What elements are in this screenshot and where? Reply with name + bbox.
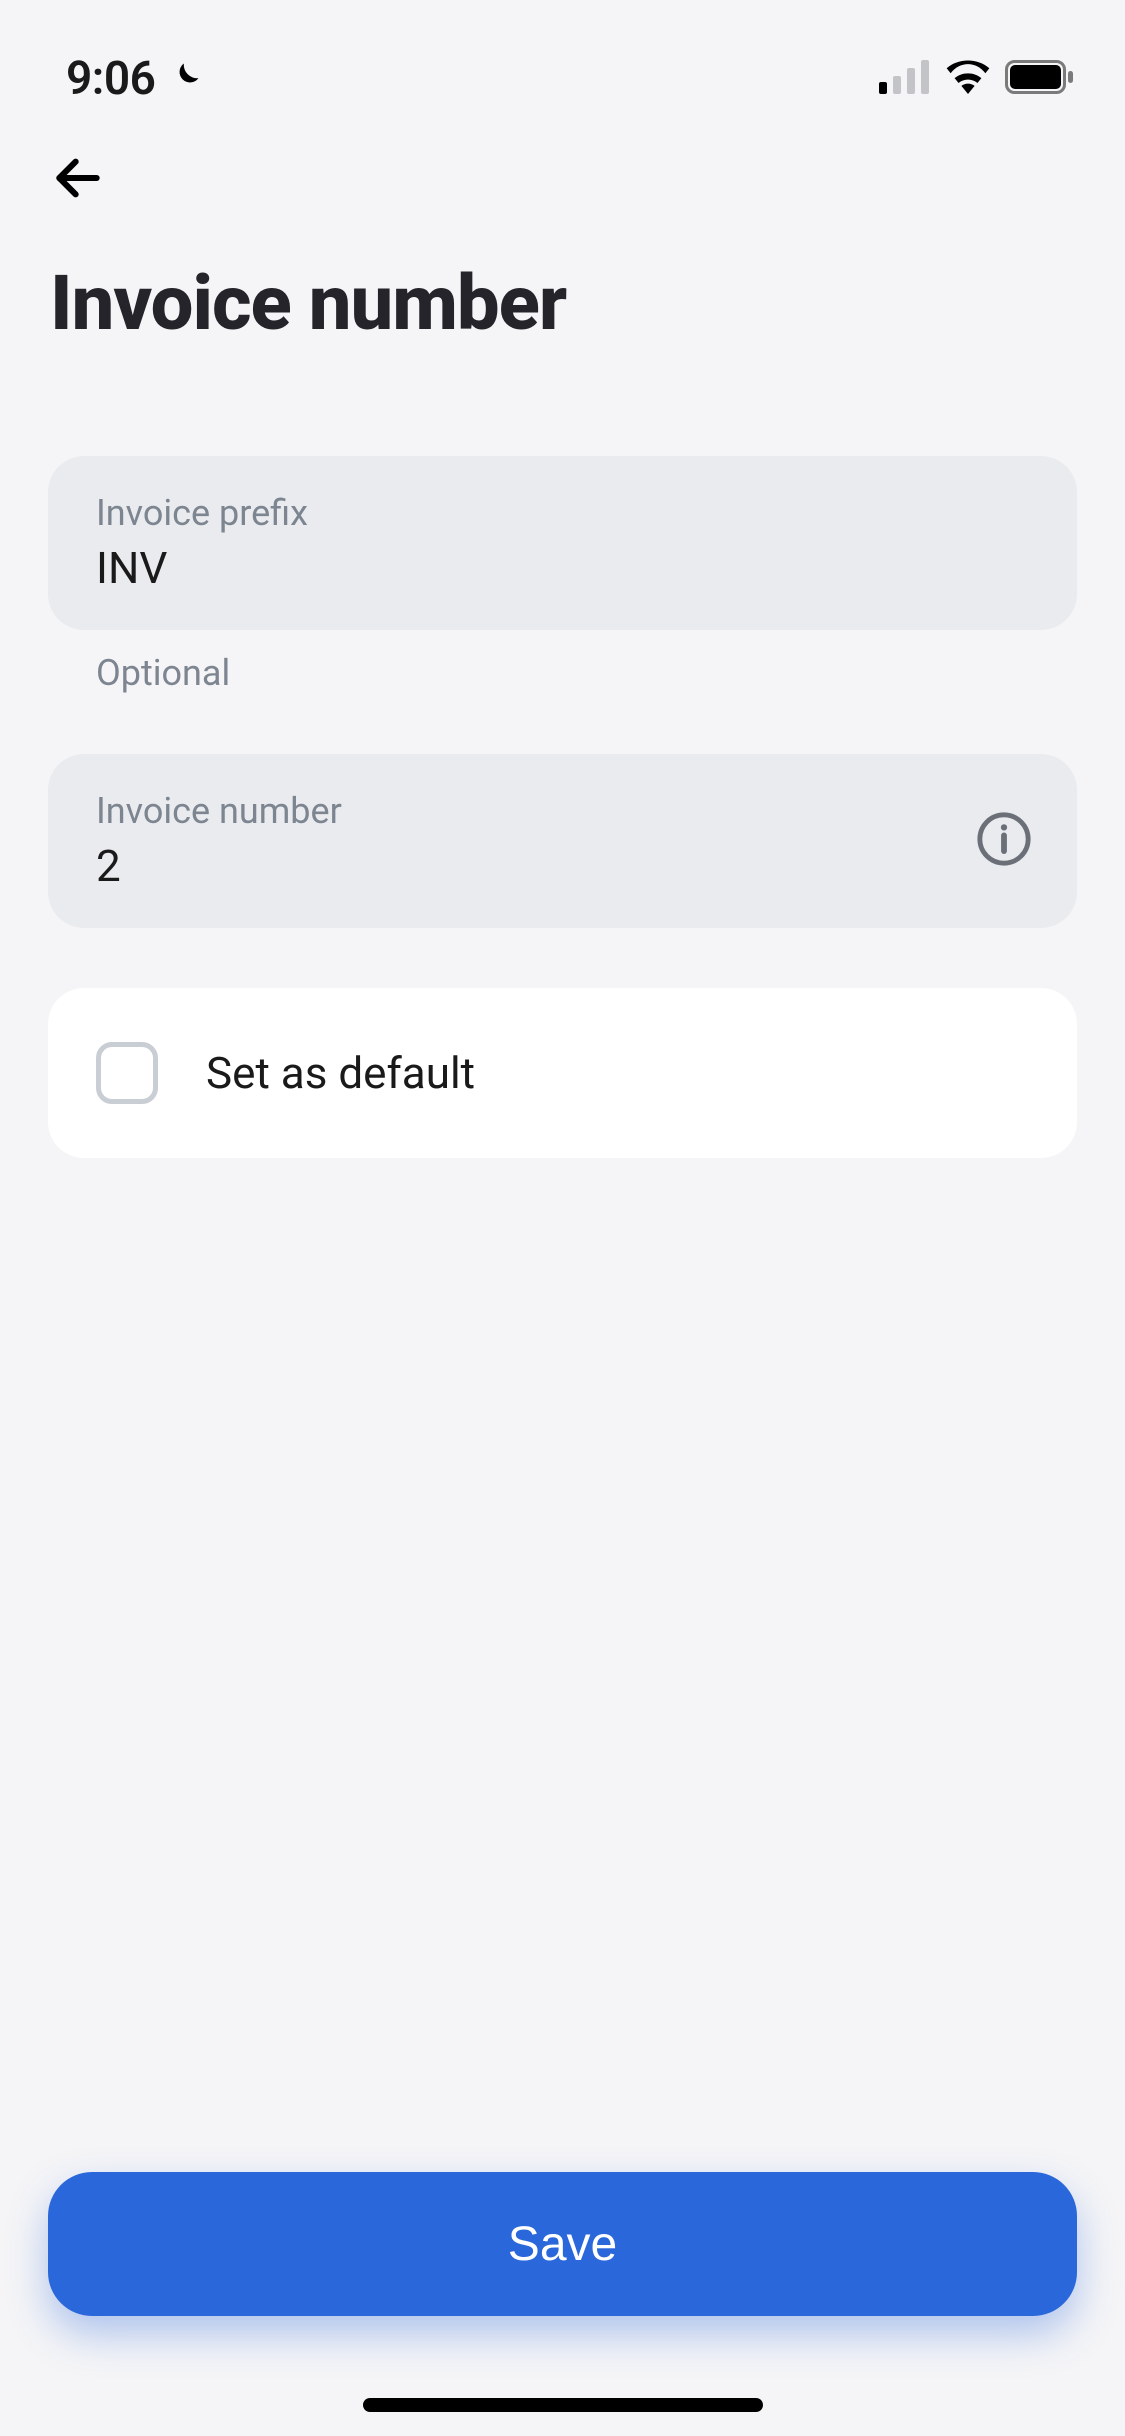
bottom-area: Save	[0, 2172, 1125, 2436]
status-time: 9:06	[66, 52, 155, 106]
battery-icon	[1005, 60, 1075, 98]
back-button[interactable]	[50, 150, 110, 210]
set-default-checkbox[interactable]	[96, 1042, 158, 1104]
page-title: Invoice number	[50, 258, 1075, 348]
cellular-signal-icon	[879, 60, 931, 98]
set-default-row[interactable]: Set as default	[48, 988, 1077, 1158]
status-right	[879, 60, 1075, 98]
back-arrow-icon	[50, 150, 106, 206]
invoice-prefix-value[interactable]: INV	[96, 542, 1029, 594]
invoice-number-value[interactable]: 2	[96, 840, 1029, 892]
invoice-number-field[interactable]: Invoice number 2	[48, 754, 1077, 928]
form-content: Invoice prefix INV Optional Invoice numb…	[0, 456, 1125, 1158]
status-bar: 9:06	[0, 0, 1125, 120]
set-default-label: Set as default	[206, 1047, 475, 1099]
wifi-icon	[945, 60, 991, 98]
info-icon	[975, 810, 1033, 868]
moon-icon	[167, 59, 203, 99]
invoice-prefix-label: Invoice prefix	[96, 492, 1029, 534]
invoice-prefix-helper: Optional	[48, 630, 1077, 694]
save-button[interactable]: Save	[48, 2172, 1077, 2316]
info-button[interactable]	[975, 810, 1033, 872]
home-indicator[interactable]	[363, 2398, 763, 2412]
invoice-prefix-field[interactable]: Invoice prefix INV	[48, 456, 1077, 630]
status-left: 9:06	[66, 52, 203, 106]
page-header: Invoice number	[0, 120, 1125, 348]
invoice-number-label: Invoice number	[96, 790, 1029, 832]
